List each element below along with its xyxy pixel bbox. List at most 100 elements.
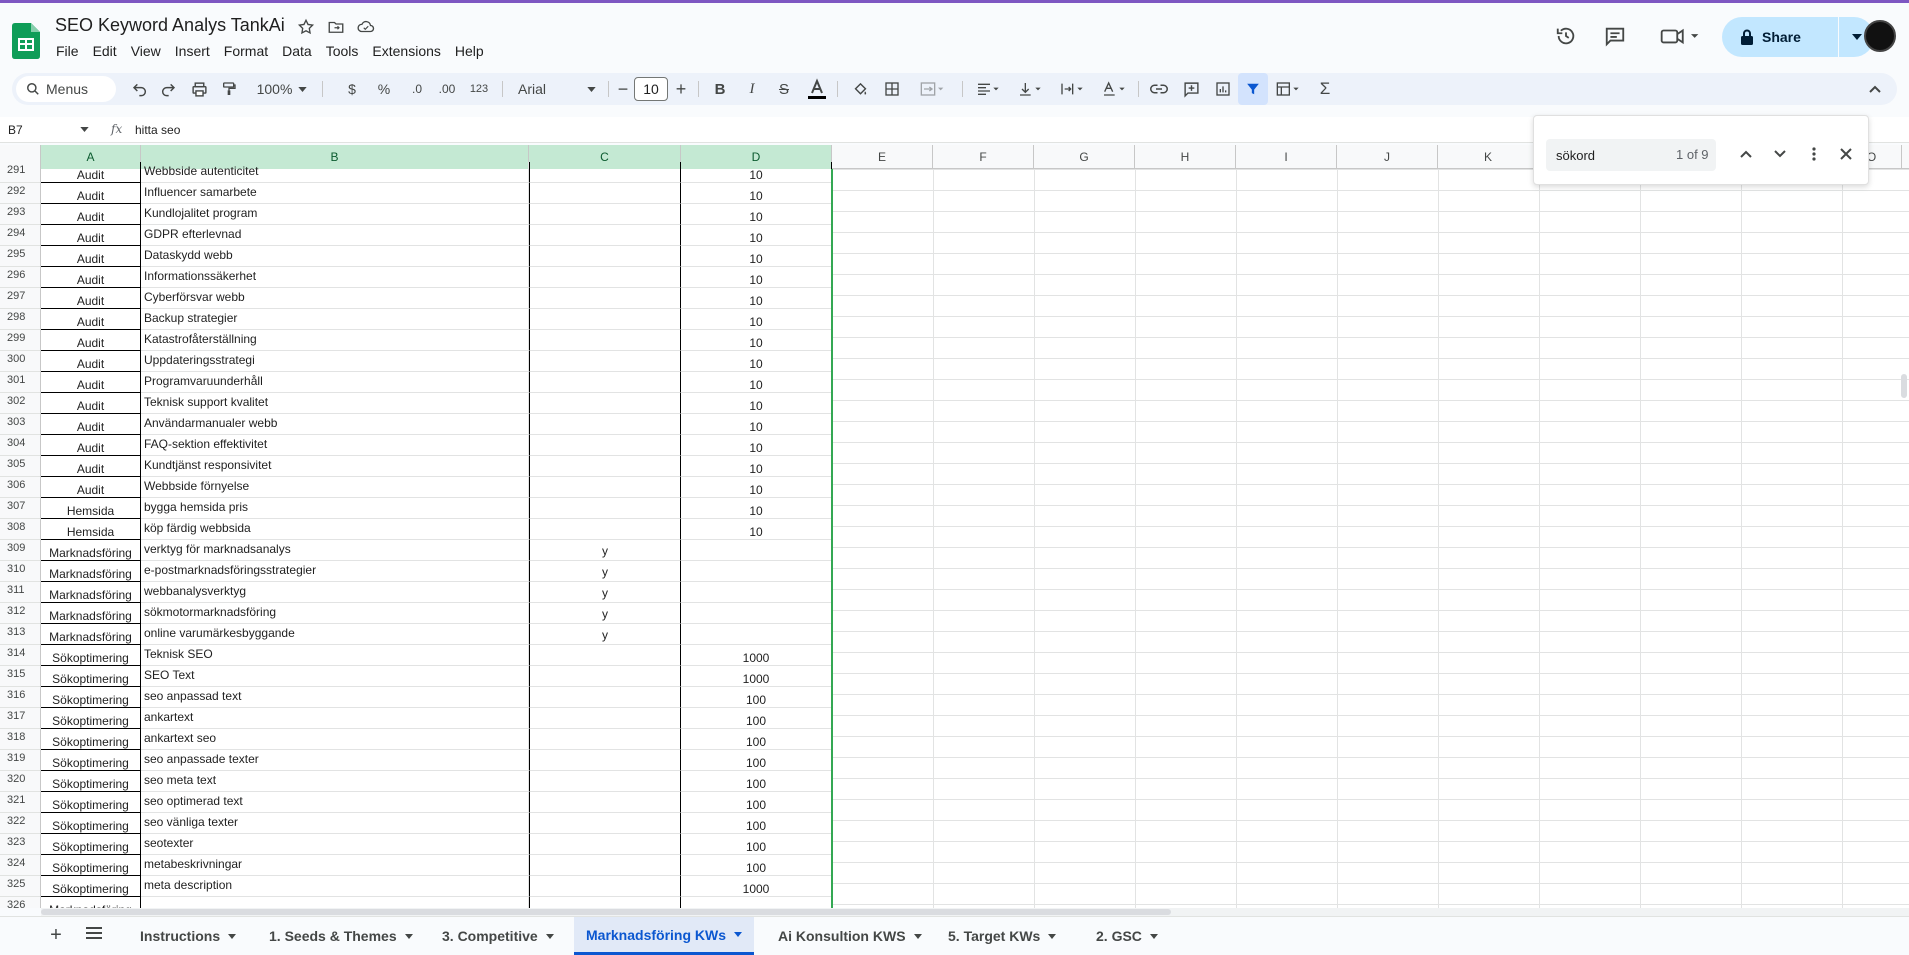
cell-category[interactable]: Sökoptimering — [41, 687, 141, 708]
row-number[interactable]: 301 — [0, 372, 41, 393]
cell-flag[interactable] — [529, 246, 681, 267]
cell-keyword[interactable]: meta description — [141, 876, 529, 897]
insert-comment-icon[interactable] — [1178, 73, 1204, 105]
meet-camera-icon[interactable] — [1658, 25, 1702, 47]
sheet-tab[interactable]: 3. Competitive — [430, 917, 566, 955]
cell-category[interactable]: Audit — [41, 393, 141, 414]
menus-search[interactable]: Menus — [16, 76, 116, 102]
cell-category[interactable]: Audit — [41, 225, 141, 246]
text-color-icon[interactable] — [805, 73, 829, 105]
cell-flag[interactable] — [529, 519, 681, 540]
cell-category[interactable]: Hemsida — [41, 498, 141, 519]
cell-keyword[interactable]: Katastrofåterställning — [141, 330, 529, 351]
cell-volume[interactable]: 100 — [681, 750, 832, 771]
menu-edit[interactable]: Edit — [86, 41, 124, 61]
row-number[interactable]: 319 — [0, 750, 41, 771]
borders-icon[interactable] — [880, 73, 904, 105]
font-size-decrease-icon[interactable]: − — [614, 73, 632, 105]
font-size-increase-icon[interactable]: + — [672, 73, 690, 105]
cell-keyword[interactable]: e-postmarknadsföringsstrategier — [141, 561, 529, 582]
cell-category[interactable]: Marknadsföring — [41, 582, 141, 603]
chevron-down-icon[interactable] — [80, 127, 89, 132]
number-format-button[interactable]: 123 — [464, 73, 494, 105]
cell-flag[interactable] — [529, 456, 681, 477]
row-number[interactable]: 298 — [0, 309, 41, 330]
move-folder-icon[interactable] — [326, 17, 346, 37]
menu-format[interactable]: Format — [217, 41, 275, 61]
cell-volume[interactable]: 10 — [681, 225, 832, 246]
cell-keyword[interactable]: FAQ-sektion effektivitet — [141, 435, 529, 456]
cell-category[interactable]: Sökoptimering — [41, 708, 141, 729]
cell-keyword[interactable]: Kundlojalitet program — [141, 204, 529, 225]
menu-insert[interactable]: Insert — [168, 41, 217, 61]
cell-keyword[interactable]: Webbside förnyelse — [141, 477, 529, 498]
strikethrough-icon[interactable]: S — [773, 73, 795, 105]
cell-volume[interactable]: 100 — [681, 834, 832, 855]
account-avatar[interactable] — [1864, 20, 1896, 52]
font-select[interactable]: Arial — [512, 73, 602, 105]
cell-volume[interactable]: 10 — [681, 435, 832, 456]
cell-volume[interactable]: 100 — [681, 813, 832, 834]
cell-category[interactable]: Sökoptimering — [41, 771, 141, 792]
zoom-select[interactable]: 100% — [252, 73, 312, 105]
cell-category[interactable]: Audit — [41, 435, 141, 456]
cell-keyword[interactable]: Programvaruunderhåll — [141, 372, 529, 393]
cell-volume[interactable] — [681, 897, 832, 908]
cell-volume[interactable]: 10 — [681, 204, 832, 225]
row-number[interactable]: 299 — [0, 330, 41, 351]
cell-flag[interactable]: y — [529, 624, 681, 645]
vertical-scrollbar-thumb[interactable] — [1901, 374, 1907, 398]
row-number[interactable]: 318 — [0, 729, 41, 750]
sheets-logo-icon[interactable] — [12, 23, 40, 59]
row-number[interactable]: 317 — [0, 708, 41, 729]
row-number[interactable]: 322 — [0, 813, 41, 834]
cell-keyword[interactable]: ankartext — [141, 708, 529, 729]
cell-keyword[interactable]: bygga hemsida pris — [141, 498, 529, 519]
cell-category[interactable]: Marknadsföring — [41, 624, 141, 645]
cell-flag[interactable] — [529, 498, 681, 519]
cell-keyword[interactable]: seo meta text — [141, 771, 529, 792]
merge-cells-icon[interactable] — [912, 73, 952, 105]
row-number[interactable]: 294 — [0, 225, 41, 246]
cell-volume[interactable]: 10 — [681, 246, 832, 267]
cell-keyword[interactable]: webbanalysverktyg — [141, 582, 529, 603]
fill-color-icon[interactable] — [848, 73, 872, 105]
cell-volume[interactable]: 100 — [681, 792, 832, 813]
redo-icon[interactable] — [156, 73, 180, 105]
cell-flag[interactable]: y — [529, 582, 681, 603]
cell-category[interactable]: Audit — [41, 477, 141, 498]
cell-keyword[interactable]: ankartext seo — [141, 729, 529, 750]
row-number[interactable]: 308 — [0, 519, 41, 540]
cell-keyword[interactable]: Användarmanualer webb — [141, 414, 529, 435]
cell-volume[interactable]: 10 — [681, 372, 832, 393]
print-icon[interactable] — [187, 73, 211, 105]
chevron-down-icon[interactable] — [545, 933, 554, 939]
cell-flag[interactable] — [529, 813, 681, 834]
cell-flag[interactable] — [529, 729, 681, 750]
find-input[interactable]: sökord 1 of 9 — [1546, 139, 1716, 171]
cell-flag[interactable] — [529, 183, 681, 204]
row-number[interactable]: 306 — [0, 477, 41, 498]
cell-flag[interactable] — [529, 309, 681, 330]
cell-flag[interactable]: y — [529, 603, 681, 624]
cell-keyword[interactable]: Cyberförsvar webb — [141, 288, 529, 309]
sheet-tab[interactable]: 5. Target KWs — [936, 917, 1068, 955]
cell-volume[interactable] — [681, 603, 832, 624]
cell-category[interactable]: Audit — [41, 246, 141, 267]
row-number[interactable]: 315 — [0, 666, 41, 687]
row-number[interactable]: 326 — [0, 897, 41, 908]
increase-decimal-button[interactable]: .00 — [432, 73, 462, 105]
star-icon[interactable] — [296, 17, 316, 37]
cell-volume[interactable]: 100 — [681, 687, 832, 708]
cell-volume[interactable]: 1000 — [681, 876, 832, 897]
cell-flag[interactable] — [529, 288, 681, 309]
comments-icon[interactable] — [1604, 25, 1626, 47]
cell-volume[interactable]: 10 — [681, 477, 832, 498]
cell-keyword[interactable]: seo vänliga texter — [141, 813, 529, 834]
sheet-tab[interactable]: 1. Seeds & Themes — [257, 917, 425, 955]
functions-icon[interactable]: Σ — [1312, 73, 1338, 105]
cell-keyword[interactable]: seo optimerad text — [141, 792, 529, 813]
cell-keyword[interactable]: Backup strategier — [141, 309, 529, 330]
row-number[interactable]: 303 — [0, 414, 41, 435]
cell-flag[interactable] — [529, 876, 681, 897]
